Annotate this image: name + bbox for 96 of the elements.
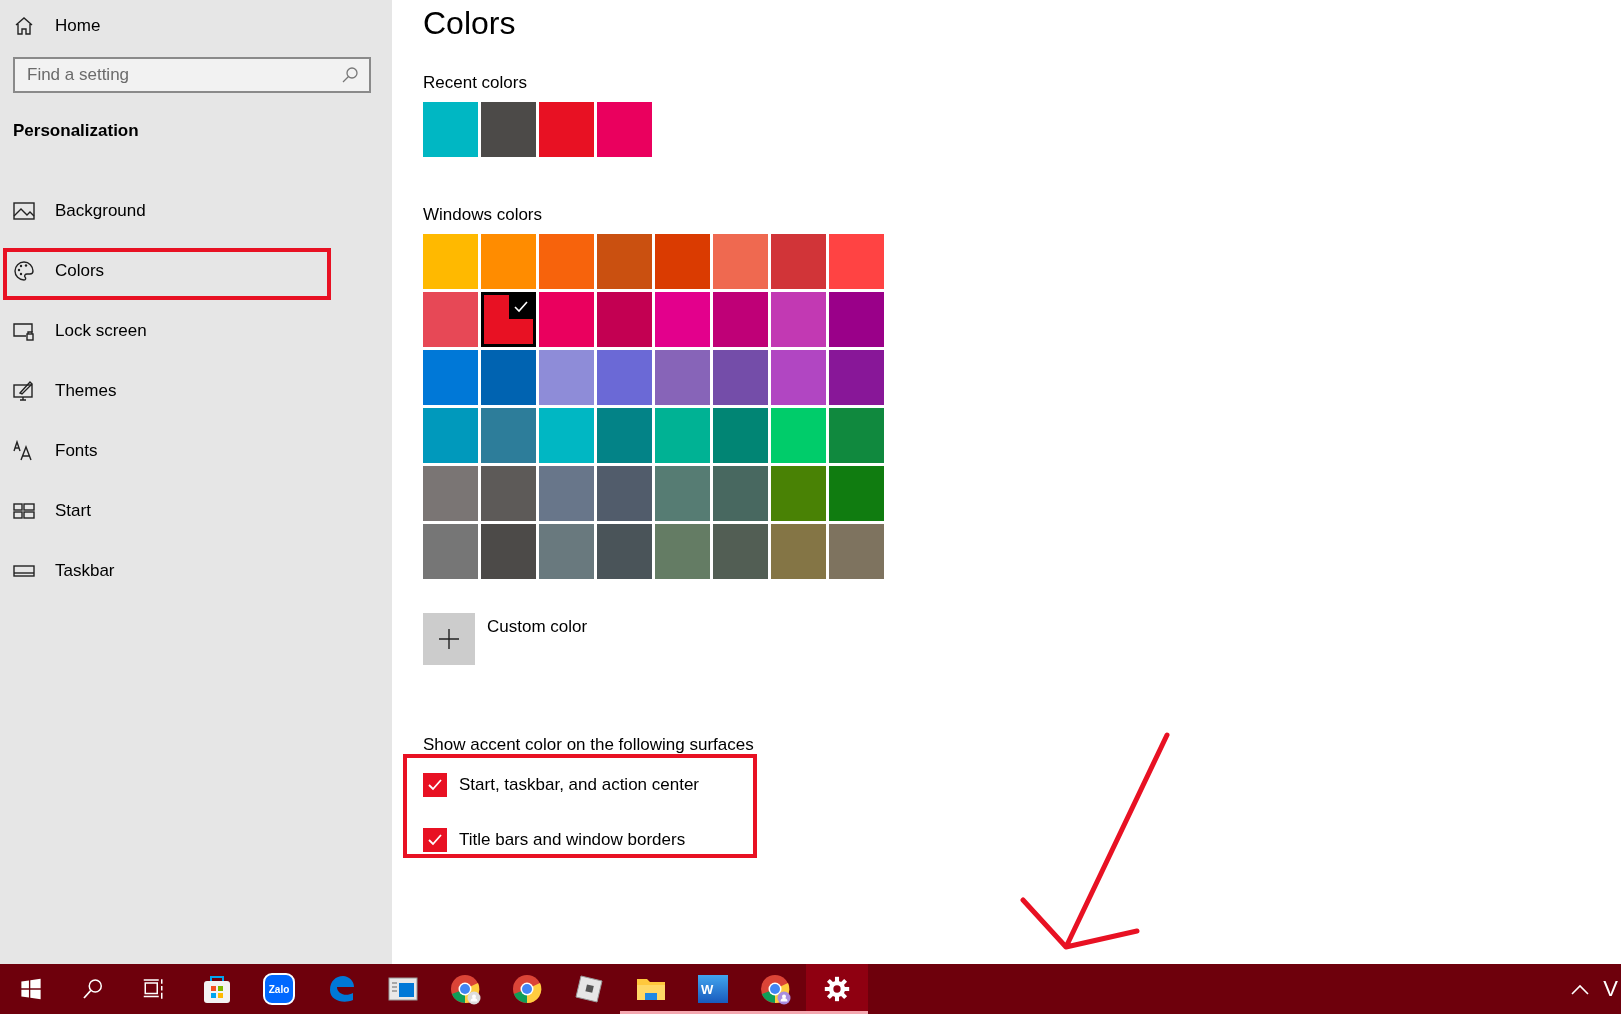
sidebar-item[interactable]: Themes bbox=[0, 361, 392, 421]
color-swatch[interactable] bbox=[597, 350, 652, 405]
fonts-icon bbox=[13, 440, 35, 462]
checkbox[interactable] bbox=[423, 772, 447, 797]
search-icon bbox=[341, 66, 359, 84]
color-swatch[interactable] bbox=[655, 466, 710, 521]
color-swatch[interactable] bbox=[597, 234, 652, 289]
color-swatch[interactable] bbox=[655, 350, 710, 405]
zalo-logo: Zalo bbox=[263, 973, 295, 1005]
sidebar-item[interactable]: Background bbox=[0, 181, 392, 241]
language-indicator[interactable]: V bbox=[1603, 976, 1621, 1002]
color-swatch[interactable] bbox=[423, 524, 478, 579]
color-swatch[interactable] bbox=[423, 408, 478, 463]
plus-icon bbox=[438, 628, 460, 650]
chrome-logo-icon bbox=[511, 973, 543, 1005]
palette-icon bbox=[13, 260, 35, 282]
checkbox-label: Title bars and window borders bbox=[459, 829, 686, 850]
color-swatch[interactable] bbox=[539, 524, 594, 579]
home-icon bbox=[13, 15, 35, 37]
color-swatch[interactable] bbox=[481, 102, 536, 157]
sidebar-item[interactable]: Colors bbox=[0, 241, 392, 301]
color-swatch[interactable] bbox=[771, 524, 826, 579]
color-swatch[interactable] bbox=[539, 234, 594, 289]
color-swatch[interactable] bbox=[713, 350, 768, 405]
section-label: Recent colors bbox=[423, 73, 528, 93]
color-swatch[interactable] bbox=[829, 292, 884, 347]
home-link[interactable]: Home bbox=[0, 12, 392, 40]
section-label: Windows colors bbox=[423, 205, 544, 225]
color-swatch[interactable] bbox=[829, 234, 884, 289]
color-swatch[interactable] bbox=[423, 234, 478, 289]
color-swatch[interactable] bbox=[539, 408, 594, 463]
color-swatch[interactable] bbox=[829, 350, 884, 405]
sidebar-item[interactable]: Lock screen bbox=[0, 301, 392, 361]
color-swatch[interactable] bbox=[771, 234, 826, 289]
color-swatch[interactable] bbox=[481, 292, 536, 347]
monitor-lock-icon bbox=[13, 320, 35, 342]
color-swatch[interactable] bbox=[713, 408, 768, 463]
color-swatch[interactable] bbox=[597, 524, 652, 579]
color-swatch[interactable] bbox=[655, 524, 710, 579]
color-swatch[interactable] bbox=[423, 350, 478, 405]
color-swatch[interactable] bbox=[829, 408, 884, 463]
color-swatch[interactable] bbox=[597, 466, 652, 521]
search-field[interactable]: Find a setting bbox=[13, 57, 371, 93]
word-logo: W bbox=[698, 975, 728, 1003]
section-label: Show accent color on the following surfaces bbox=[423, 735, 755, 755]
color-swatch[interactable] bbox=[771, 408, 826, 463]
color-swatch[interactable] bbox=[597, 292, 652, 347]
color-swatch[interactable] bbox=[423, 102, 478, 157]
color-swatch[interactable] bbox=[423, 292, 478, 347]
color-swatch[interactable] bbox=[481, 350, 536, 405]
color-swatch[interactable] bbox=[771, 292, 826, 347]
checkbox[interactable] bbox=[423, 827, 447, 852]
shopping-bag-icon bbox=[201, 973, 233, 1005]
section-heading: Personalization bbox=[13, 121, 140, 141]
checkbox-label: Start, taskbar, and action center bbox=[459, 774, 700, 795]
gear-icon bbox=[824, 976, 850, 1002]
chrome-profile-icon bbox=[449, 973, 481, 1005]
color-swatch[interactable] bbox=[655, 234, 710, 289]
color-swatch[interactable] bbox=[423, 466, 478, 521]
color-swatch[interactable] bbox=[713, 234, 768, 289]
page-title: Colors bbox=[423, 5, 517, 42]
color-swatch[interactable] bbox=[713, 292, 768, 347]
color-swatch[interactable] bbox=[597, 102, 652, 157]
windows-logo-icon bbox=[20, 978, 42, 1000]
color-swatch[interactable] bbox=[597, 408, 652, 463]
color-swatch[interactable] bbox=[655, 408, 710, 463]
taskbar-button[interactable]: Zalo bbox=[248, 964, 310, 1014]
taskbar-button[interactable] bbox=[806, 964, 868, 1014]
sidebar-item[interactable]: Taskbar bbox=[0, 541, 392, 601]
color-swatch[interactable] bbox=[829, 524, 884, 579]
monitor-pen-icon bbox=[13, 380, 35, 402]
color-swatch[interactable] bbox=[829, 466, 884, 521]
color-swatch[interactable] bbox=[539, 350, 594, 405]
search-icon bbox=[81, 977, 105, 1001]
taskbar-button[interactable]: W bbox=[682, 964, 744, 1014]
color-swatch[interactable] bbox=[655, 292, 710, 347]
color-swatch[interactable] bbox=[539, 102, 594, 157]
custom-color-label[interactable]: Custom color bbox=[487, 617, 588, 637]
color-swatch[interactable] bbox=[539, 466, 594, 521]
color-swatch[interactable] bbox=[481, 466, 536, 521]
color-swatch[interactable] bbox=[713, 466, 768, 521]
cube-icon bbox=[573, 973, 605, 1005]
color-swatch[interactable] bbox=[713, 524, 768, 579]
color-swatch[interactable] bbox=[481, 408, 536, 463]
tiles-icon bbox=[13, 500, 35, 522]
color-swatch[interactable] bbox=[539, 292, 594, 347]
add-color-button[interactable] bbox=[423, 613, 475, 665]
sidebar-item[interactable]: Start bbox=[0, 481, 392, 541]
chrome-profile-icon bbox=[759, 973, 791, 1005]
chevron-up-icon[interactable] bbox=[1571, 983, 1590, 995]
color-swatch[interactable] bbox=[481, 524, 536, 579]
picture-icon bbox=[13, 200, 35, 222]
color-swatch[interactable] bbox=[481, 234, 536, 289]
sidebar-item[interactable]: Fonts bbox=[0, 421, 392, 481]
color-swatch[interactable] bbox=[771, 350, 826, 405]
color-swatch[interactable] bbox=[771, 466, 826, 521]
